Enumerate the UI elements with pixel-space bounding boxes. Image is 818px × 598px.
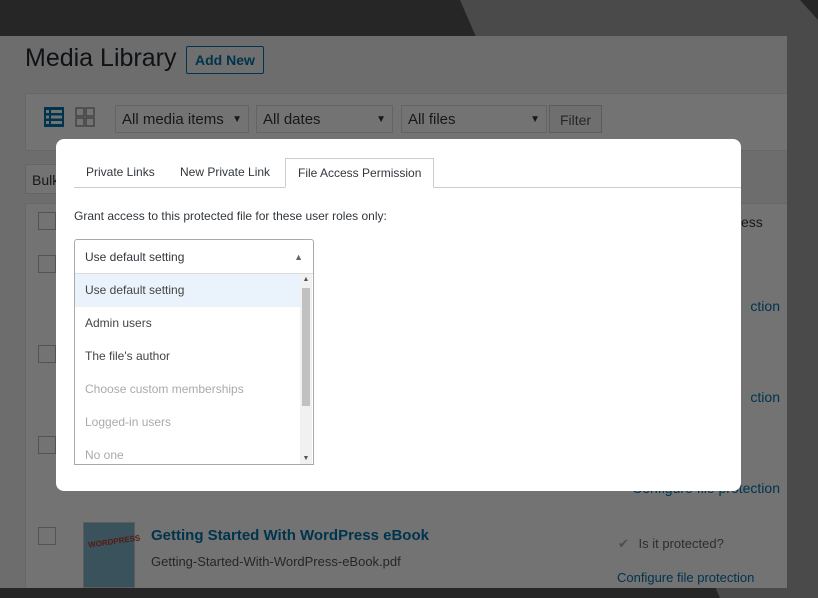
grant-access-label: Grant access to this protected file for …	[74, 209, 387, 223]
tab-private-links[interactable]: Private Links	[74, 158, 167, 187]
file-access-modal: Private Links New Private Link File Acce…	[56, 139, 741, 491]
scroll-up-icon[interactable]: ▲	[300, 276, 312, 283]
media-type-value: All media items	[122, 111, 224, 128]
option-file-author[interactable]: The file's author	[75, 340, 300, 373]
configure-protection-link[interactable]: Configure file protection	[617, 570, 754, 585]
list-view-icon[interactable]	[44, 107, 64, 127]
row-checkbox[interactable]	[38, 255, 56, 273]
tab-new-private-link[interactable]: New Private Link	[168, 158, 282, 187]
check-icon: ✔	[618, 536, 629, 551]
scroll-down-icon[interactable]: ▼	[300, 455, 312, 462]
chevron-down-icon: ▼	[530, 114, 540, 125]
add-new-button[interactable]: Add New	[186, 46, 264, 74]
chevron-down-icon: ▼	[376, 114, 386, 125]
scrollbar-thumb[interactable]	[302, 288, 310, 406]
protected-label: Is it protected?	[638, 536, 724, 551]
configure-protection-link[interactable]: ction	[750, 389, 780, 405]
modal-tabs: Private Links New Private Link File Acce…	[74, 158, 741, 188]
option-custom-memberships: Choose custom memberships	[85, 382, 244, 396]
file-name: Getting-Started-With-WordPress-eBook.pdf	[151, 554, 401, 569]
protected-status: ✔ Is it protected?	[618, 536, 724, 552]
select-all-checkbox[interactable]	[38, 212, 56, 230]
dropdown-options: Use default setting Admin users The file…	[75, 274, 300, 464]
file-value: All files	[408, 111, 456, 128]
user-roles-search-input[interactable]: Use default setting ▲	[75, 240, 313, 274]
file-title-link[interactable]: Getting Started With WordPress eBook	[151, 527, 429, 544]
option-no-one: No one	[85, 448, 124, 462]
tab-file-access-permission[interactable]: File Access Permission	[285, 158, 435, 188]
page-title: Media Library	[25, 44, 177, 72]
media-type-select[interactable]: All media items ▼	[115, 105, 249, 133]
configure-protection-link[interactable]: ction	[750, 298, 780, 314]
date-value: All dates	[263, 111, 321, 128]
row-checkbox[interactable]	[38, 527, 56, 545]
grid-view-icon[interactable]	[75, 107, 95, 127]
caret-up-icon: ▲	[294, 252, 303, 262]
option-logged-in-users: Logged-in users	[85, 415, 172, 429]
row-checkbox[interactable]	[38, 345, 56, 363]
thumbnail-text: WORDPRESS	[87, 533, 141, 550]
row-checkbox[interactable]	[38, 436, 56, 454]
chevron-down-icon: ▼	[232, 114, 242, 125]
option-admin-users[interactable]: Admin users	[75, 307, 300, 340]
file-thumbnail[interactable]: WORDPRESS	[83, 522, 141, 588]
selected-role: Use default setting	[85, 250, 185, 264]
file-select[interactable]: All files ▼	[401, 105, 547, 133]
option-use-default[interactable]: Use default setting	[75, 274, 300, 307]
filter-button[interactable]: Filter	[549, 105, 602, 133]
dropdown-scrollbar[interactable]: ▲ ▼	[300, 274, 312, 464]
user-roles-dropdown[interactable]: Use default setting ▲ Use default settin…	[74, 239, 314, 465]
date-select[interactable]: All dates ▼	[256, 105, 393, 133]
column-header-protection: ess	[741, 214, 763, 230]
